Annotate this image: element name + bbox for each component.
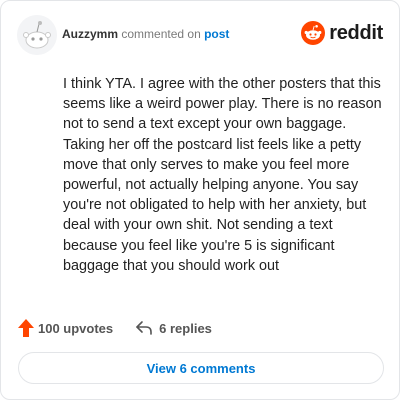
reply-icon[interactable] <box>135 320 153 336</box>
comment-card: Auzzymm commented on post reddit I think… <box>0 0 400 400</box>
comment-header: Auzzymm commented on post reddit <box>17 15 383 55</box>
comment-meta: Auzzymm commented on post <box>62 27 229 41</box>
commented-on-text: commented on <box>121 27 201 41</box>
snoo-avatar-icon[interactable] <box>17 15 57 55</box>
reddit-brand[interactable]: reddit <box>301 21 383 45</box>
upvote-count[interactable]: 100 upvotes <box>38 321 113 336</box>
username[interactable]: Auzzymm <box>62 27 118 41</box>
reply-count[interactable]: 6 replies <box>159 321 212 336</box>
comment-body: I think YTA. I agree with the other post… <box>63 76 382 274</box>
reddit-logo-icon <box>301 21 326 45</box>
brand-name: reddit <box>329 21 383 44</box>
comment-actions: 100 upvotes 6 replies <box>18 319 212 337</box>
upvote-arrow-icon[interactable] <box>18 319 34 337</box>
post-link[interactable]: post <box>204 27 229 41</box>
view-comments-button[interactable]: View 6 comments <box>18 352 384 384</box>
